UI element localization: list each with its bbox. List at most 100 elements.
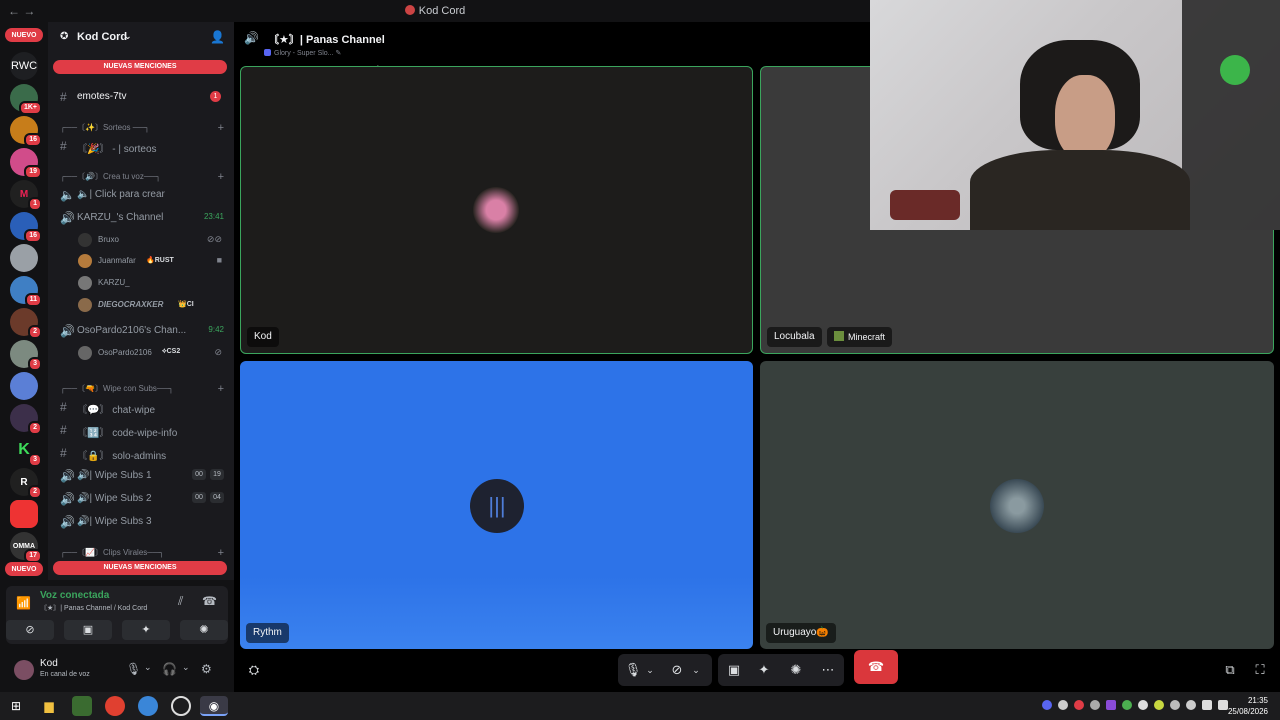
tray-icon[interactable]	[1058, 700, 1068, 710]
hangup-icon[interactable]: ☎	[854, 650, 898, 684]
speaker-icon: 🔊	[60, 515, 75, 529]
new-mentions-top[interactable]: NUEVAS MENCIONES	[53, 60, 227, 74]
activities-icon[interactable]: ✦	[122, 620, 170, 640]
tray-icon[interactable]	[1090, 700, 1100, 710]
voice-channel-karzu[interactable]: 🔊 KARZU_'s Channel 23:41	[56, 209, 228, 227]
guild-header[interactable]: ✪ Kod Cord ⌄ 👤	[48, 22, 234, 52]
channel-chat-wipe[interactable]: # 〘💬〙 chat-wipe	[56, 398, 228, 416]
app-window: ← → Kod Cord NUEVO RWC 1K+ 16 19 M1 16 1…	[0, 0, 1280, 720]
tray-icon[interactable]	[1138, 700, 1148, 710]
server-icon[interactable]	[10, 372, 38, 400]
participant-tile[interactable]: Kod	[240, 66, 753, 354]
soundboard-icon[interactable]: ✺	[784, 654, 808, 686]
disconnect-icon[interactable]: ☎	[202, 594, 217, 608]
server-icon[interactable]: M1	[10, 180, 42, 211]
speaker-icon: 🔊	[60, 492, 75, 506]
plus-icon[interactable]: +	[218, 122, 224, 134]
volume-icon[interactable]	[1218, 700, 1228, 710]
soundboard-icon[interactable]: ✺	[180, 620, 228, 640]
add-user-icon[interactable]: 👤	[210, 30, 225, 44]
chevron-down-icon[interactable]: ⌄	[644, 654, 656, 686]
channel-emotes[interactable]: # emotes-7tv 1	[56, 88, 228, 106]
server-icon[interactable]: R2	[10, 468, 42, 499]
participant-tile[interactable]: Uruguayo🎃	[760, 361, 1274, 649]
server-icon[interactable]: 3	[10, 340, 42, 371]
tray-icon[interactable]	[1074, 700, 1084, 710]
chrome-icon[interactable]	[105, 696, 125, 716]
channel-solo-admins[interactable]: # 〘🔒〙 solo-admins	[56, 444, 228, 462]
channel-sorteos[interactable]: # 〘🎉〙 - | sorteos	[56, 137, 228, 155]
mic-icon[interactable]: 🎙	[624, 654, 642, 686]
call-controls: ⛭ 🎙 ⌄ ⊘ ⌄ ▣ ✦ ✺ ⋯ ☎ ⧉ ⛶	[234, 650, 1280, 692]
avatar[interactable]	[14, 660, 34, 680]
popout-icon[interactable]: ⧉	[1220, 654, 1240, 686]
tray-icon[interactable]	[1154, 700, 1164, 710]
wifi-icon[interactable]	[1202, 700, 1212, 710]
server-icon[interactable]: 1K+	[10, 84, 42, 115]
chevron-down-icon[interactable]: ⌄	[690, 654, 702, 686]
category-clips[interactable]: ┌──〔📈〕Clips Virales──┐ +	[60, 547, 230, 561]
server-icon[interactable]: 2	[10, 308, 42, 339]
voice-user[interactable]: KARZU_	[78, 274, 228, 292]
voice-user[interactable]: DIEGOCRAXKER 👑CI	[78, 296, 228, 314]
tray-icon[interactable]	[1186, 700, 1196, 710]
server-icon[interactable]: K3	[10, 436, 42, 467]
camera-off-icon[interactable]: ⊘	[668, 654, 686, 686]
plus-icon[interactable]: +	[218, 383, 224, 395]
mic-icon[interactable]: 🎙	[126, 662, 141, 676]
app-icon[interactable]	[72, 696, 92, 716]
server-rwc[interactable]: RWC	[10, 52, 38, 80]
add-participant-icon[interactable]: ⛭	[244, 654, 264, 686]
category-wipe[interactable]: ┌──〔🔫〕Wipe con Subs──┐ +	[60, 383, 230, 397]
server-icon[interactable]: 16	[10, 116, 42, 147]
new-mentions-bottom[interactable]: NUEVAS MENCIONES	[53, 561, 227, 575]
channel-code-wipe[interactable]: # 〘🔢〙 code-wipe-info	[56, 421, 228, 439]
voice-channel-wipe1[interactable]: 🔊 🔊| Wipe Subs 1 00 19	[56, 467, 228, 485]
category-crea-tu-voz[interactable]: ┌──〔🔊〕Crea tu voz──┐ +	[60, 171, 230, 185]
gear-icon[interactable]: ⚙	[201, 662, 212, 676]
server-icon[interactable]: 19	[10, 148, 42, 179]
avatar	[78, 298, 92, 312]
tray-icon[interactable]	[1042, 700, 1052, 710]
chevron-down-icon[interactable]: ⌄	[182, 662, 190, 673]
voice-channel-wipe3[interactable]: 🔊 🔊| Wipe Subs 3	[56, 513, 228, 531]
channel-status[interactable]: Glory - Super Slo... ✎	[264, 49, 341, 57]
tray-icon[interactable]	[1106, 700, 1116, 710]
steam-icon[interactable]	[1170, 700, 1180, 710]
server-icon[interactable]: 11	[10, 276, 42, 307]
headphones-icon[interactable]: 🎧	[162, 662, 177, 676]
chrome-profile-icon[interactable]	[138, 696, 158, 716]
fullscreen-icon[interactable]: ⛶	[1250, 654, 1270, 686]
camera-toggle-icon[interactable]: ⊘	[6, 620, 54, 640]
windows-start-icon[interactable]: ⊞	[6, 696, 26, 716]
category-sorteos[interactable]: ┌──〔✨〕Sorteos ──┐ +	[60, 122, 230, 136]
voice-user[interactable]: Juanmafar 🔥RUST ■	[78, 252, 228, 270]
channel-click-crear[interactable]: 🔈 🔈| Click para crear	[56, 186, 228, 204]
server-icon[interactable]: 16	[10, 212, 42, 243]
server-icon[interactable]: OMMA 17	[10, 532, 42, 563]
new-badge[interactable]: NUEVO	[5, 28, 43, 42]
screen-share-icon[interactable]: ▣	[722, 654, 746, 686]
new-badge-bottom[interactable]: NUEVO	[5, 562, 43, 576]
voice-user[interactable]: Bruxo ⊘⊘	[78, 231, 228, 249]
server-icon[interactable]	[10, 500, 38, 528]
activities-icon[interactable]: ✦	[752, 654, 776, 686]
file-explorer-icon[interactable]: ▆	[39, 696, 59, 716]
participant-tile[interactable]: ||| Rythm	[240, 361, 753, 649]
obs-icon[interactable]	[171, 696, 191, 716]
more-options-icon[interactable]: ⋯	[816, 654, 840, 686]
voice-user[interactable]: OsoPardo2106 ⟡CS2 ⊘	[78, 344, 228, 362]
server-icon[interactable]: 2	[10, 404, 42, 435]
tray-icon[interactable]	[1122, 700, 1132, 710]
screen-share-icon[interactable]: ▣	[64, 620, 112, 640]
server-icon[interactable]	[10, 244, 38, 272]
plus-icon[interactable]: +	[218, 547, 224, 559]
plus-icon[interactable]: +	[218, 171, 224, 183]
chevron-down-icon[interactable]: ⌄	[144, 662, 152, 673]
figure-image	[1220, 55, 1250, 85]
clock[interactable]: 21:35 25/08/2026	[1228, 695, 1268, 717]
noise-suppression-icon[interactable]: ⫽	[178, 594, 183, 609]
voice-channel-wipe2[interactable]: 🔊 🔊| Wipe Subs 2 00 04	[56, 490, 228, 508]
voice-channel-osopardo[interactable]: 🔊 OsoPardo2106's Chan... 9:42	[56, 322, 228, 340]
discord-icon[interactable]: ◉	[200, 696, 228, 716]
